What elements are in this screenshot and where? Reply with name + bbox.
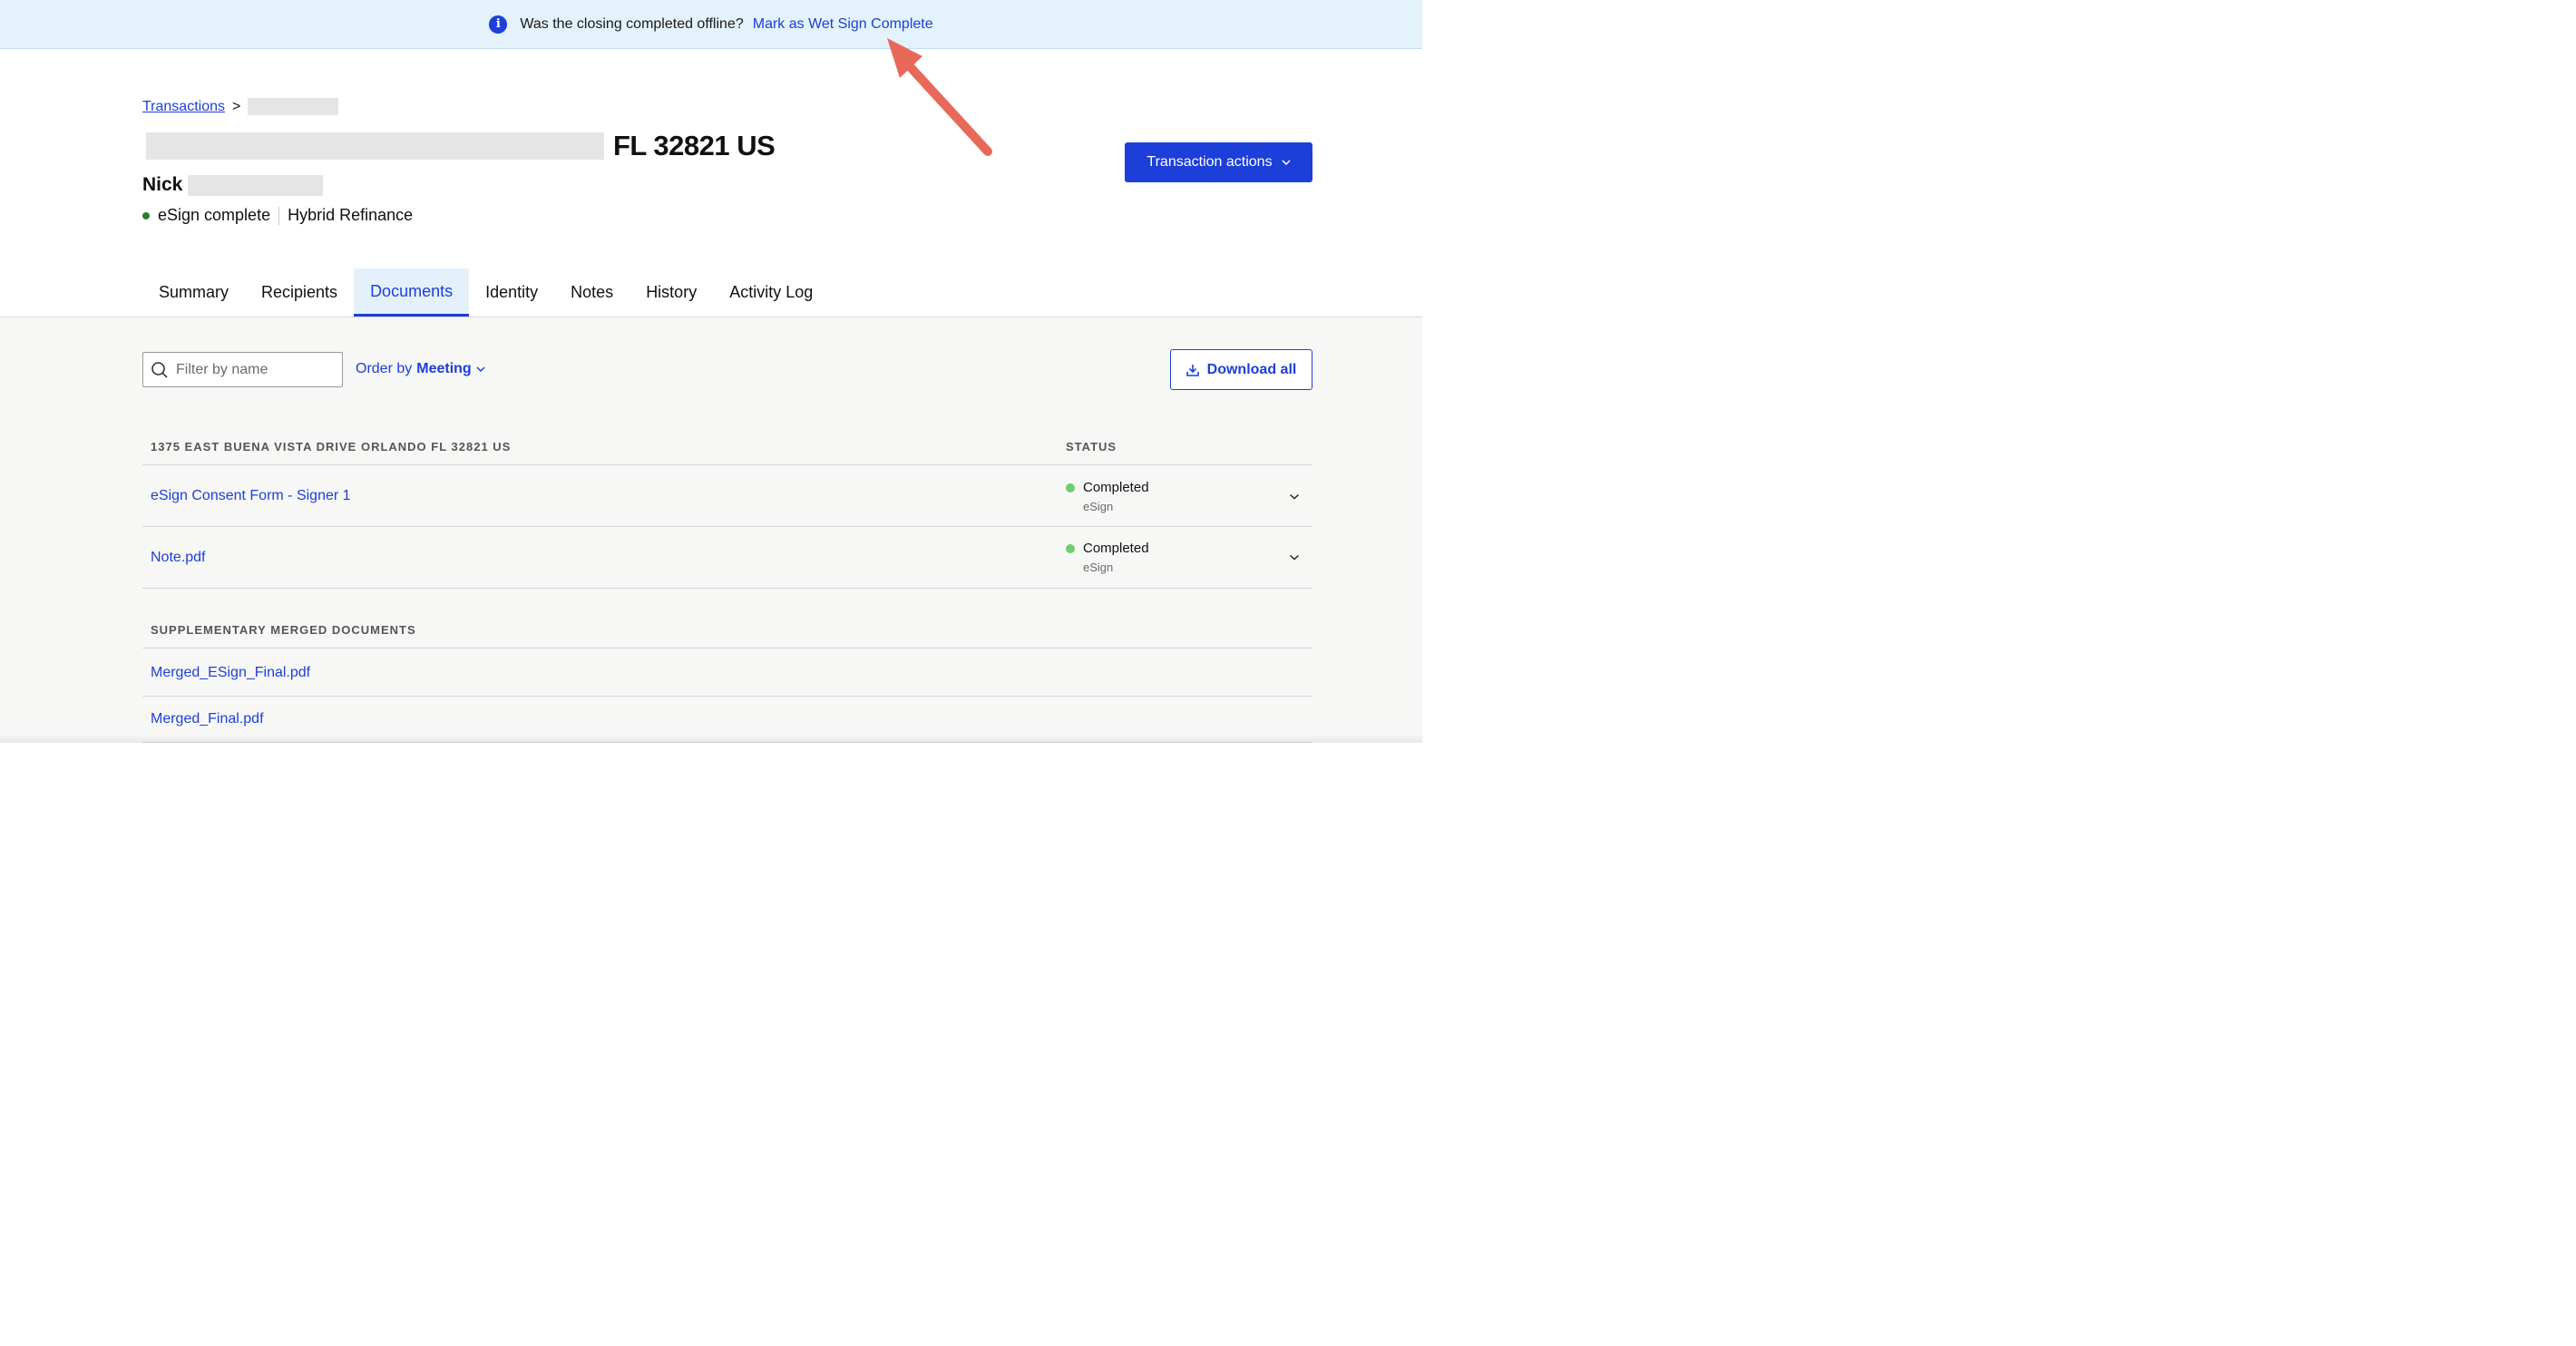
search-icon xyxy=(151,361,168,378)
status-text: eSign complete xyxy=(158,206,271,224)
document-row[interactable]: Note.pdf Completed eSign xyxy=(142,527,1312,589)
document-row[interactable]: eSign Consent Form - Signer 1 Completed … xyxy=(142,466,1312,527)
status-method: eSign xyxy=(1083,499,1114,513)
banner-question: Was the closing completed offline? xyxy=(520,15,744,32)
transaction-status: eSign complete Hybrid Refinance xyxy=(142,206,413,225)
download-all-button[interactable]: Download all xyxy=(1170,349,1312,390)
status-column-header: STATUS xyxy=(1066,440,1117,454)
status-dot-icon xyxy=(142,211,150,219)
status-complete-icon xyxy=(1066,483,1075,493)
filter-field[interactable] xyxy=(142,352,343,387)
chevron-down-icon xyxy=(1282,160,1291,165)
section-title: 1375 EAST BUENA VISTA DRIVE ORLANDO FL 3… xyxy=(151,440,512,454)
tab-notes[interactable]: Notes xyxy=(554,268,629,317)
info-banner: i Was the closing completed offline? Mar… xyxy=(0,0,1422,49)
page-header: Transactions > xyxy=(142,98,339,115)
document-status: Completed eSign xyxy=(1066,541,1149,574)
document-status: Completed eSign xyxy=(1066,480,1149,513)
tab-summary[interactable]: Summary xyxy=(142,268,245,317)
document-row[interactable]: Merged_ESign_Final.pdf xyxy=(142,649,1312,697)
mark-wet-sign-complete-link[interactable]: Mark as Wet Sign Complete xyxy=(753,16,933,33)
section-title: SUPPLEMENTARY MERGED DOCUMENTS xyxy=(151,623,416,637)
order-by-value: Meeting xyxy=(416,361,472,376)
documents-panel: Order by Meeting Download all 1375 EAST … xyxy=(0,317,1422,743)
redacted-last-name xyxy=(188,174,324,196)
page-title: FL 32821 US xyxy=(146,130,776,162)
filter-input[interactable] xyxy=(176,361,330,378)
redacted-address xyxy=(146,132,604,160)
chevron-down-icon[interactable] xyxy=(1289,554,1300,561)
document-link[interactable]: eSign Consent Form - Signer 1 xyxy=(151,488,351,504)
title-suffix: FL 32821 US xyxy=(613,130,776,161)
signer-name: Nick xyxy=(142,174,324,196)
tab-activity-log[interactable]: Activity Log xyxy=(713,268,829,317)
breadcrumb-separator: > xyxy=(232,98,241,114)
transaction-type: Hybrid Refinance xyxy=(288,206,414,224)
signer-first-name: Nick xyxy=(142,174,183,195)
redacted-breadcrumb xyxy=(248,98,339,115)
tab-recipients[interactable]: Recipients xyxy=(245,268,354,317)
tab-bar: Summary Recipients Documents Identity No… xyxy=(142,268,829,317)
tab-history[interactable]: History xyxy=(629,268,713,317)
order-by-prefix: Order by xyxy=(356,361,413,376)
breadcrumb-transactions-link[interactable]: Transactions xyxy=(142,99,225,115)
section-heading: SUPPLEMENTARY MERGED DOCUMENTS xyxy=(142,612,1312,649)
document-link[interactable]: Merged_ESign_Final.pdf xyxy=(151,665,310,681)
tab-identity[interactable]: Identity xyxy=(469,268,554,317)
status-complete-icon xyxy=(1066,544,1075,553)
status-divider xyxy=(278,206,280,225)
status-method: eSign xyxy=(1083,561,1114,574)
chevron-down-icon xyxy=(476,366,485,372)
status-label: Completed xyxy=(1083,541,1149,556)
status-label: Completed xyxy=(1083,479,1149,495)
tab-documents[interactable]: Documents xyxy=(354,268,470,317)
order-by-dropdown[interactable]: Order by Meeting xyxy=(356,361,485,377)
transaction-actions-button[interactable]: Transaction actions xyxy=(1125,142,1312,182)
bottom-edge-shadow xyxy=(0,734,1422,743)
breadcrumb: Transactions > xyxy=(142,98,339,115)
download-icon xyxy=(1186,364,1199,376)
download-all-label: Download all xyxy=(1206,361,1297,377)
chevron-down-icon[interactable] xyxy=(1289,493,1300,500)
document-link[interactable]: Note.pdf xyxy=(151,550,205,566)
document-link[interactable]: Merged_Final.pdf xyxy=(151,711,264,727)
section-heading: 1375 EAST BUENA VISTA DRIVE ORLANDO FL 3… xyxy=(142,429,1312,465)
transaction-actions-label: Transaction actions xyxy=(1147,154,1273,170)
info-icon: i xyxy=(489,15,508,34)
